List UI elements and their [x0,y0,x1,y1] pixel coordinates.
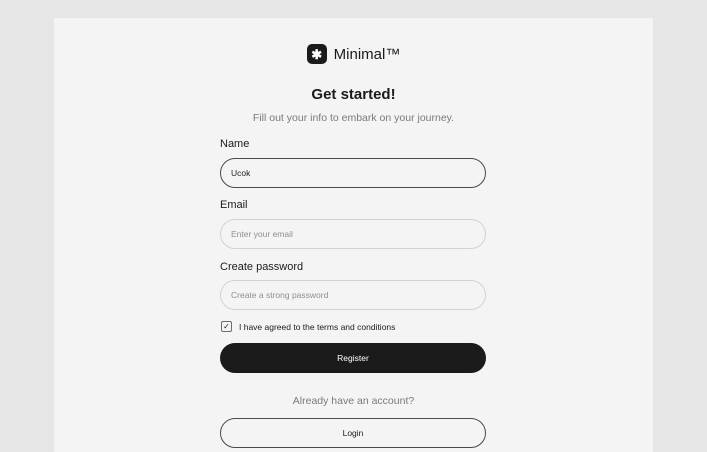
register-button[interactable]: Register [220,343,486,373]
email-field[interactable] [220,219,486,249]
signup-card: ✱ Minimal™ Get started! Fill out your in… [54,18,653,452]
login-button[interactable]: Login [220,418,486,448]
already-have-account-text: Already have an account? [292,395,415,407]
name-label: Name [220,138,250,150]
page-subtitle: Fill out your info to embark on your jou… [252,112,455,124]
brand: ✱ Minimal™ [54,44,653,64]
email-label: Email [220,199,248,211]
terms-checkbox[interactable]: ✓ [221,321,232,332]
terms-label[interactable]: I have agreed to the terms and condition… [239,322,395,332]
brand-name: Minimal™ [333,45,401,63]
page-title: Get started! [311,86,396,103]
asterisk-logo-icon: ✱ [306,44,327,64]
password-field[interactable] [220,280,486,310]
password-label: Create password [220,261,304,273]
name-field[interactable] [220,158,486,188]
terms-row: ✓ I have agreed to the terms and conditi… [221,321,395,332]
